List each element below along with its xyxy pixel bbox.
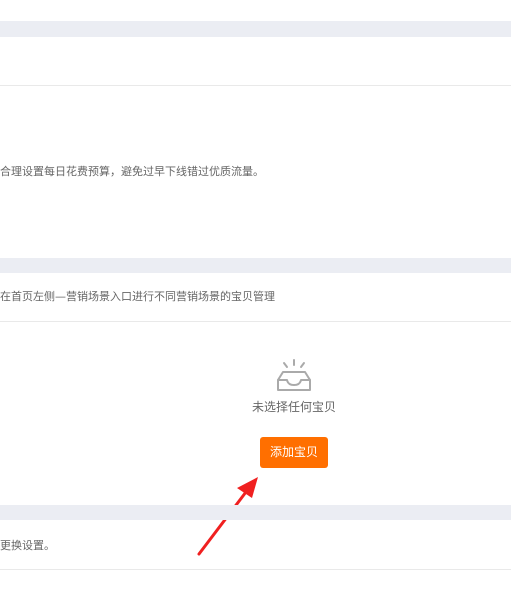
item-management-hint-text: 在首页左侧—营销场景入口进行不同营销场景的宝贝管理: [0, 290, 275, 303]
empty-state-text: 未选择任何宝贝: [251, 400, 336, 414]
divider-bottom: [0, 569, 511, 570]
section-separator-bottom: [0, 505, 511, 520]
budget-hint-text: 合理设置每日花费预算，避免过早下线错过优质流量。: [0, 165, 264, 178]
add-item-button[interactable]: 添加宝贝: [260, 437, 328, 468]
section-separator-middle: [0, 258, 511, 273]
divider-top: [0, 85, 511, 86]
settings-hint-text: 更换设置。: [0, 539, 55, 552]
section-separator-top: [0, 21, 511, 37]
divider-item-header: [0, 321, 511, 322]
empty-inbox-icon: [277, 359, 311, 391]
empty-state: 未选择任何宝贝: [234, 358, 354, 415]
